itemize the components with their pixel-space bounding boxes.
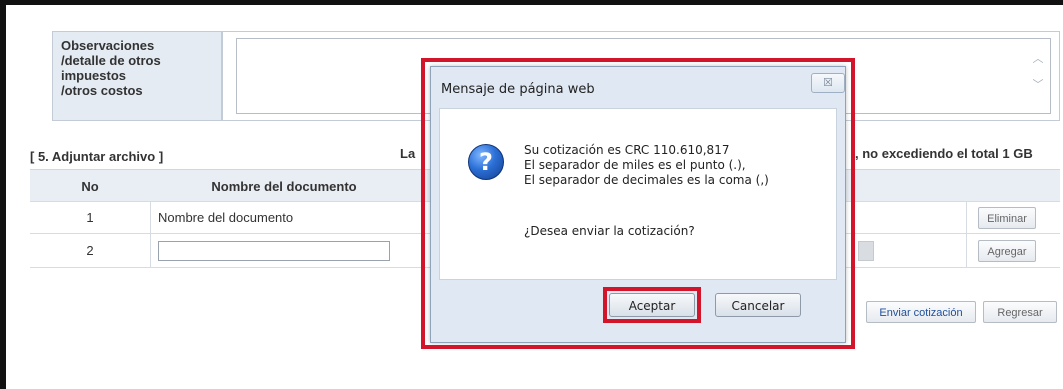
observations-label: Observaciones /detalle de otros impuesto…: [52, 31, 222, 121]
attachments-section-title: [ 5. Adjuntar archivo ]: [30, 149, 164, 164]
column-divider: [966, 202, 967, 233]
file-picker[interactable]: [858, 241, 874, 261]
add-button[interactable]: Agregar: [978, 240, 1036, 262]
observations-label-line: /detalle de otros: [61, 53, 161, 68]
column-divider: [150, 234, 151, 267]
document-name-input[interactable]: [158, 241, 390, 261]
row-no: 2: [86, 243, 94, 258]
header-name: Nombre del documento: [211, 179, 357, 194]
scroll-down-icon[interactable]: ﹀: [1032, 79, 1044, 91]
back-button[interactable]: Regresar: [983, 301, 1057, 323]
delete-button[interactable]: Eliminar: [978, 207, 1036, 229]
column-divider: [966, 234, 967, 267]
observations-label-line: /otros costos: [61, 83, 143, 98]
send-quote-button[interactable]: Enviar cotización: [866, 301, 976, 323]
scroll-up-icon[interactable]: ︿: [1032, 53, 1044, 65]
attachments-notice-left: La: [400, 146, 416, 161]
observations-label-line: Observaciones: [61, 38, 155, 53]
observations-label-line: impuestos: [61, 68, 127, 83]
header-no: No: [81, 179, 99, 194]
attachments-notice-right: , no excediendo el total 1 GB: [855, 146, 1033, 161]
row-document-name: Nombre del documento: [158, 210, 294, 225]
dialog-highlight: [421, 58, 855, 349]
row-no: 1: [86, 210, 94, 225]
